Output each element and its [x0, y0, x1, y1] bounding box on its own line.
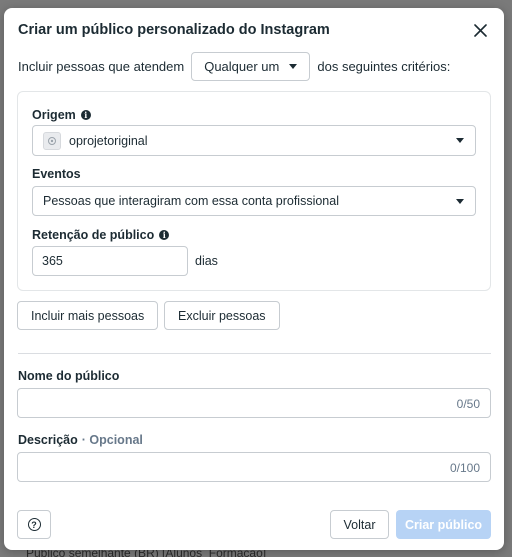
retention-value: 365: [42, 254, 63, 268]
create-audience-button[interactable]: Criar público: [396, 510, 491, 539]
description-optional: · Opcional: [81, 433, 143, 447]
retention-label: Retenção de público i: [32, 228, 170, 242]
create-audience-modal: Criar um público personalizado do Instag…: [4, 8, 504, 550]
include-suffix: dos seguintes critérios:: [317, 59, 451, 74]
include-match-select[interactable]: Qualquer um: [191, 52, 311, 81]
divider: [18, 353, 491, 354]
retention-days-input[interactable]: 365: [32, 246, 188, 276]
exclude-button[interactable]: Excluir pessoas: [164, 301, 280, 330]
description-label-text: Descrição: [18, 433, 78, 447]
modal-title: Criar um público personalizado do Instag…: [18, 22, 330, 38]
description-label: Descrição · Opcional: [18, 433, 143, 447]
audience-name-label-text: Nome do público: [18, 369, 120, 383]
help-button[interactable]: ?: [17, 510, 51, 539]
events-value: Pessoas que interagiram com essa conta p…: [43, 194, 339, 208]
description-counter: 0/100: [449, 461, 480, 475]
help-icon: ?: [27, 518, 41, 531]
include-match-value: Qualquer um: [204, 59, 280, 74]
include-more-button[interactable]: Incluir mais pessoas: [17, 301, 159, 330]
events-label-text: Eventos: [32, 167, 81, 181]
retention-unit: dias: [195, 254, 218, 268]
source-label-text: Origem: [32, 108, 76, 122]
include-prefix: Incluir pessoas que atendem: [18, 59, 185, 74]
close-button[interactable]: [470, 20, 490, 40]
instagram-account-icon: [43, 131, 61, 150]
criteria-box: Origem i oprojetoriginal Eventos Pessoas…: [17, 91, 491, 291]
chevron-down-icon: [289, 64, 298, 69]
audience-name-counter: 0/50: [456, 397, 480, 411]
back-button[interactable]: Voltar: [330, 510, 389, 539]
source-value: oprojetoriginal: [69, 133, 148, 148]
retention-label-text: Retenção de público: [32, 228, 155, 242]
description-input[interactable]: 0/100: [17, 452, 491, 482]
info-icon[interactable]: i: [80, 110, 91, 120]
include-criteria-row: Incluir pessoas que atendem Qualquer um …: [18, 52, 450, 81]
source-dropdown[interactable]: oprojetoriginal: [32, 125, 476, 156]
info-icon[interactable]: i: [159, 230, 170, 240]
chevron-down-icon: [456, 198, 464, 204]
chevron-down-icon: [456, 138, 464, 143]
close-icon: [473, 23, 487, 37]
events-label: Eventos: [32, 167, 81, 181]
events-dropdown[interactable]: Pessoas que interagiram com essa conta p…: [32, 186, 476, 216]
audience-name-label: Nome do público: [18, 369, 119, 383]
audience-name-input[interactable]: 0/50: [17, 388, 491, 418]
source-label: Origem i: [32, 108, 91, 122]
